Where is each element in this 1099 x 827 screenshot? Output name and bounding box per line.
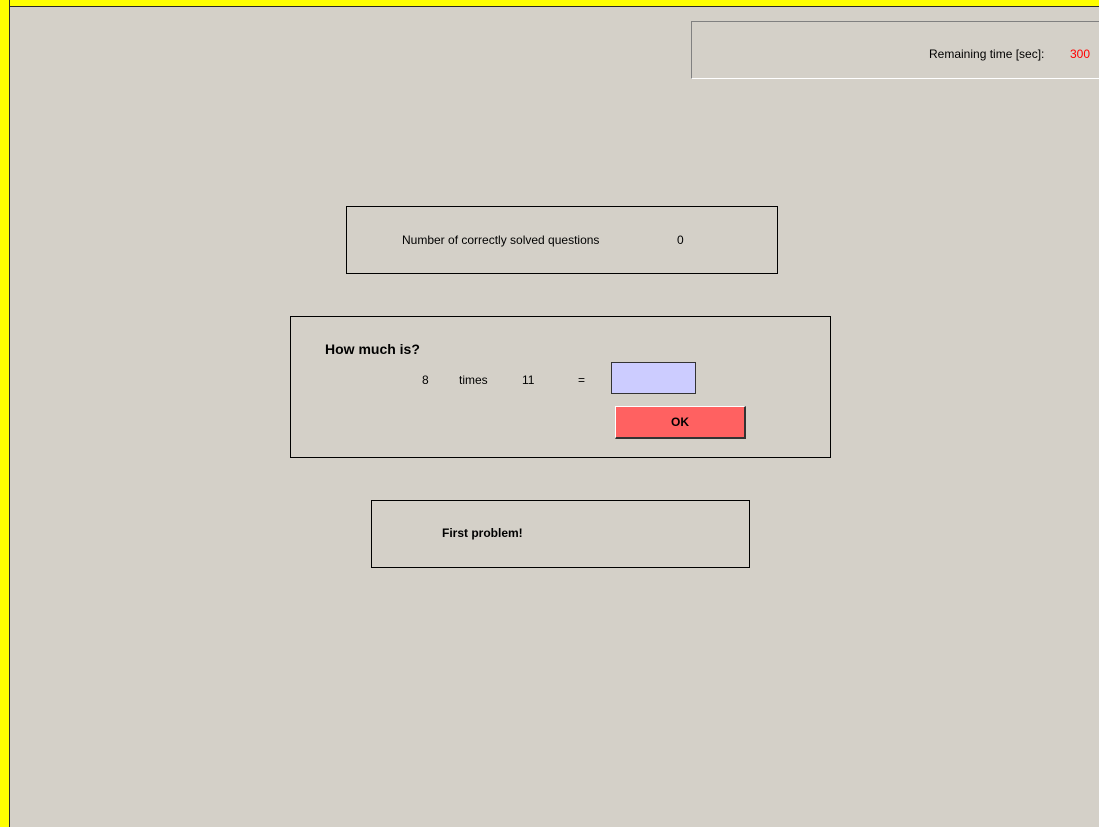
feedback-text: First problem! bbox=[442, 526, 523, 540]
score-value: 0 bbox=[677, 233, 684, 247]
feedback-panel: First problem! bbox=[371, 500, 750, 568]
operator: times bbox=[459, 373, 488, 387]
main-window: Remaining time [sec]: 300 Number of corr… bbox=[0, 0, 1099, 827]
timer-value: 300 bbox=[1070, 47, 1091, 61]
window-top-border bbox=[0, 0, 1099, 7]
timer-label: Remaining time [sec]: bbox=[929, 47, 1045, 61]
window-left-border bbox=[0, 0, 10, 827]
score-label: Number of correctly solved questions bbox=[402, 233, 600, 247]
answer-input[interactable] bbox=[611, 362, 696, 394]
operand-b: 11 bbox=[522, 373, 535, 387]
question-panel: How much is? 8 times 11 = OK bbox=[290, 316, 831, 458]
equals-sign: = bbox=[578, 373, 586, 387]
operand-a: 8 bbox=[422, 373, 429, 387]
ok-button[interactable]: OK bbox=[615, 406, 746, 439]
score-panel: Number of correctly solved questions 0 bbox=[346, 206, 778, 274]
timer-panel: Remaining time [sec]: 300 bbox=[691, 21, 1099, 79]
question-title: How much is? bbox=[325, 341, 420, 357]
